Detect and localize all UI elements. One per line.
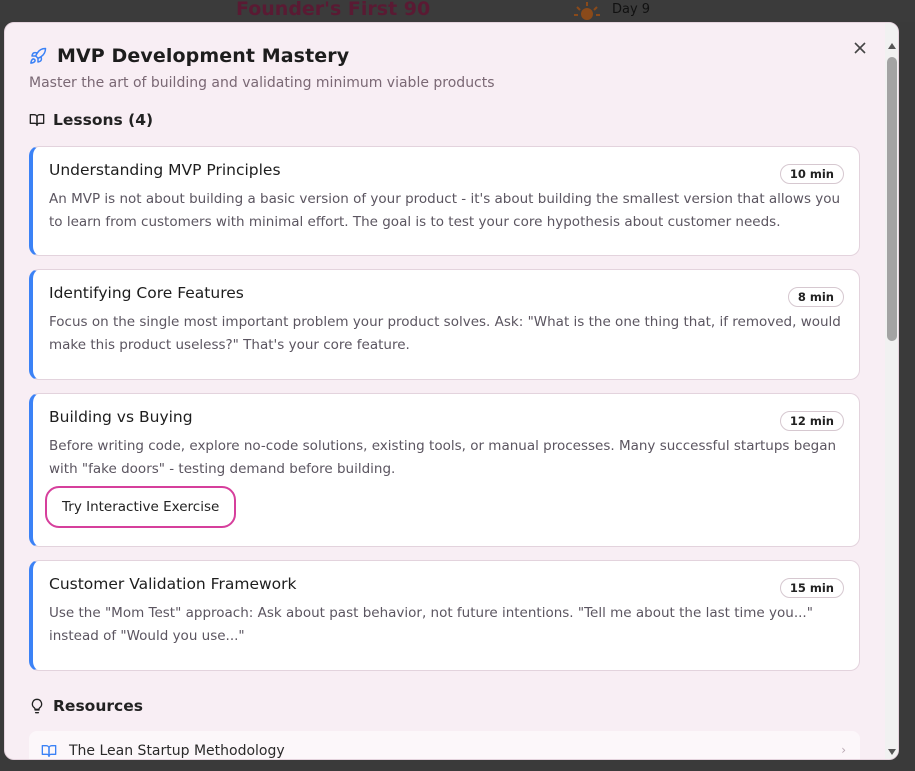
lessons-heading: Lessons (4) [29,111,153,129]
lightbulb-icon [31,698,43,714]
lessons-heading-label: Lessons (4) [53,111,154,129]
lesson-title: Building vs Buying [49,408,193,426]
lesson-description: Focus on the single most important probl… [49,314,841,353]
scrollbar-thumb[interactable] [887,57,897,341]
book-icon [41,745,57,757]
lesson-card[interactable]: Building vs Buying 12 min Before writing… [29,393,860,547]
modal-scrollbar[interactable] [885,23,898,759]
resource-label: The Lean Startup Methodology [69,743,285,759]
modal-header: MVP Development Mastery [29,45,349,67]
lesson-title: Understanding MVP Principles [49,161,281,179]
lesson-card[interactable]: Understanding MVP Principles 10 min An M… [29,146,860,256]
duration-badge: 8 min [787,287,844,307]
resources-heading: Resources [29,697,143,715]
lesson-title: Identifying Core Features [49,284,244,302]
duration-badge: 15 min [779,578,844,598]
resources-heading-label: Resources [53,697,143,715]
lesson-modal: MVP Development Mastery Master the art o… [4,22,899,760]
interactive-exercise-button[interactable]: Try Interactive Exercise [45,486,237,528]
modal-subtitle: Master the art of building and validatin… [29,75,495,91]
resource-item[interactable]: The Lean Startup Methodology › [29,731,860,759]
chevron-right-icon: › [841,743,846,757]
lesson-description: Use the "Mom Test" approach: Ask about p… [49,605,813,644]
background-header: Founder's First 90 Day 9 [0,0,915,22]
lesson-description: An MVP is not about building a basic ver… [49,191,841,230]
lesson-card[interactable]: Customer Validation Framework 15 min Use… [29,560,860,671]
lesson-description: Before writing code, explore no-code sol… [49,438,837,477]
sun-icon [574,2,600,20]
close-icon [854,42,866,54]
scroll-up-arrow-icon[interactable] [888,43,896,49]
scroll-down-arrow-icon[interactable] [888,749,896,755]
background-day-label: Day 9 [612,2,651,17]
background-app-title: Founder's First 90 [236,0,431,20]
modal-title: MVP Development Mastery [57,45,350,67]
duration-badge: 10 min [779,164,844,184]
book-open-icon [29,114,45,126]
background-footer [0,760,915,771]
lesson-card[interactable]: Identifying Core Features 8 min Focus on… [29,269,860,380]
close-button[interactable] [851,39,869,57]
duration-badge: 12 min [779,411,844,431]
lesson-title: Customer Validation Framework [49,575,297,593]
rocket-icon [30,47,47,64]
